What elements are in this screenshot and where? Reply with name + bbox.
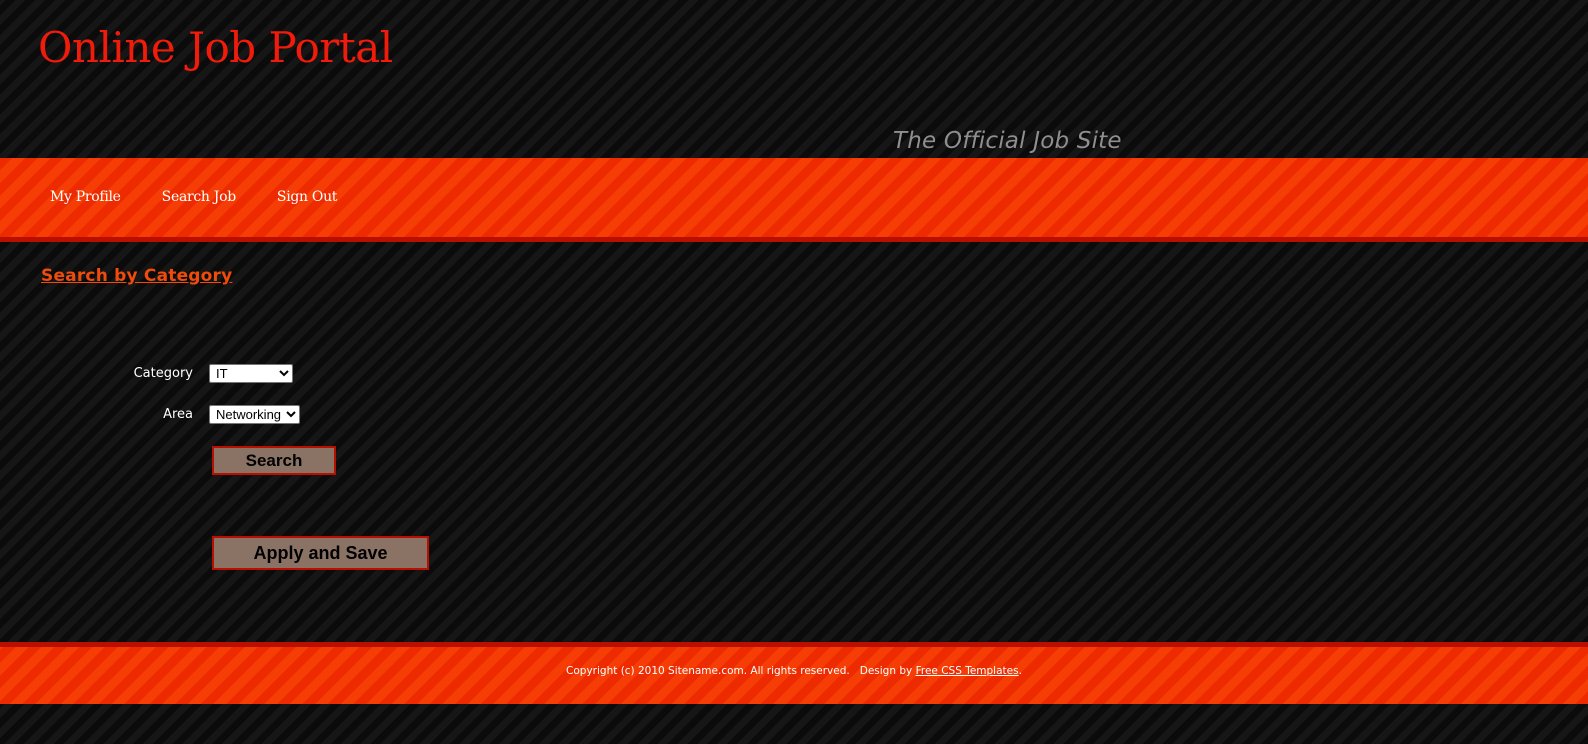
apply-save-button[interactable]: Apply and Save (212, 536, 429, 570)
footer-end-punct: . (1018, 665, 1022, 677)
copyright-text: Copyright (c) 2010 Sitename.com. All rig… (566, 665, 850, 677)
search-button[interactable]: Search (212, 446, 336, 475)
menu-item-sign-out: Sign Out (277, 186, 338, 205)
menu-item-search-job: Search Job (162, 186, 237, 205)
area-label: Area (163, 407, 193, 422)
footer: Copyright (c) 2010 Sitename.com. All rig… (0, 642, 1588, 704)
site-title: Online Job Portal (38, 23, 393, 72)
menu-item-my-profile: My Profile (50, 186, 121, 205)
section-title: Search by Category (41, 266, 233, 286)
menu-list: My Profile Search Job Sign Out (50, 186, 378, 205)
area-select[interactable]: Networking (209, 405, 300, 424)
sign-out-link[interactable]: Sign Out (277, 189, 338, 205)
my-profile-link[interactable]: My Profile (50, 189, 121, 205)
main-content: Search by Category Category IT Area Netw… (0, 242, 1588, 642)
header: Online Job Portal The Official Job Site (0, 0, 1588, 158)
category-label: Category (133, 366, 193, 381)
footer-text: Copyright (c) 2010 Sitename.com. All rig… (0, 665, 1588, 677)
category-select[interactable]: IT (209, 364, 293, 383)
free-css-templates-link[interactable]: Free CSS Templates (916, 665, 1019, 677)
design-by-text: Design by (859, 665, 913, 677)
tagline: The Official Job Site (893, 128, 1122, 154)
search-job-link[interactable]: Search Job (162, 189, 237, 205)
main-menu: My Profile Search Job Sign Out (0, 158, 1588, 242)
